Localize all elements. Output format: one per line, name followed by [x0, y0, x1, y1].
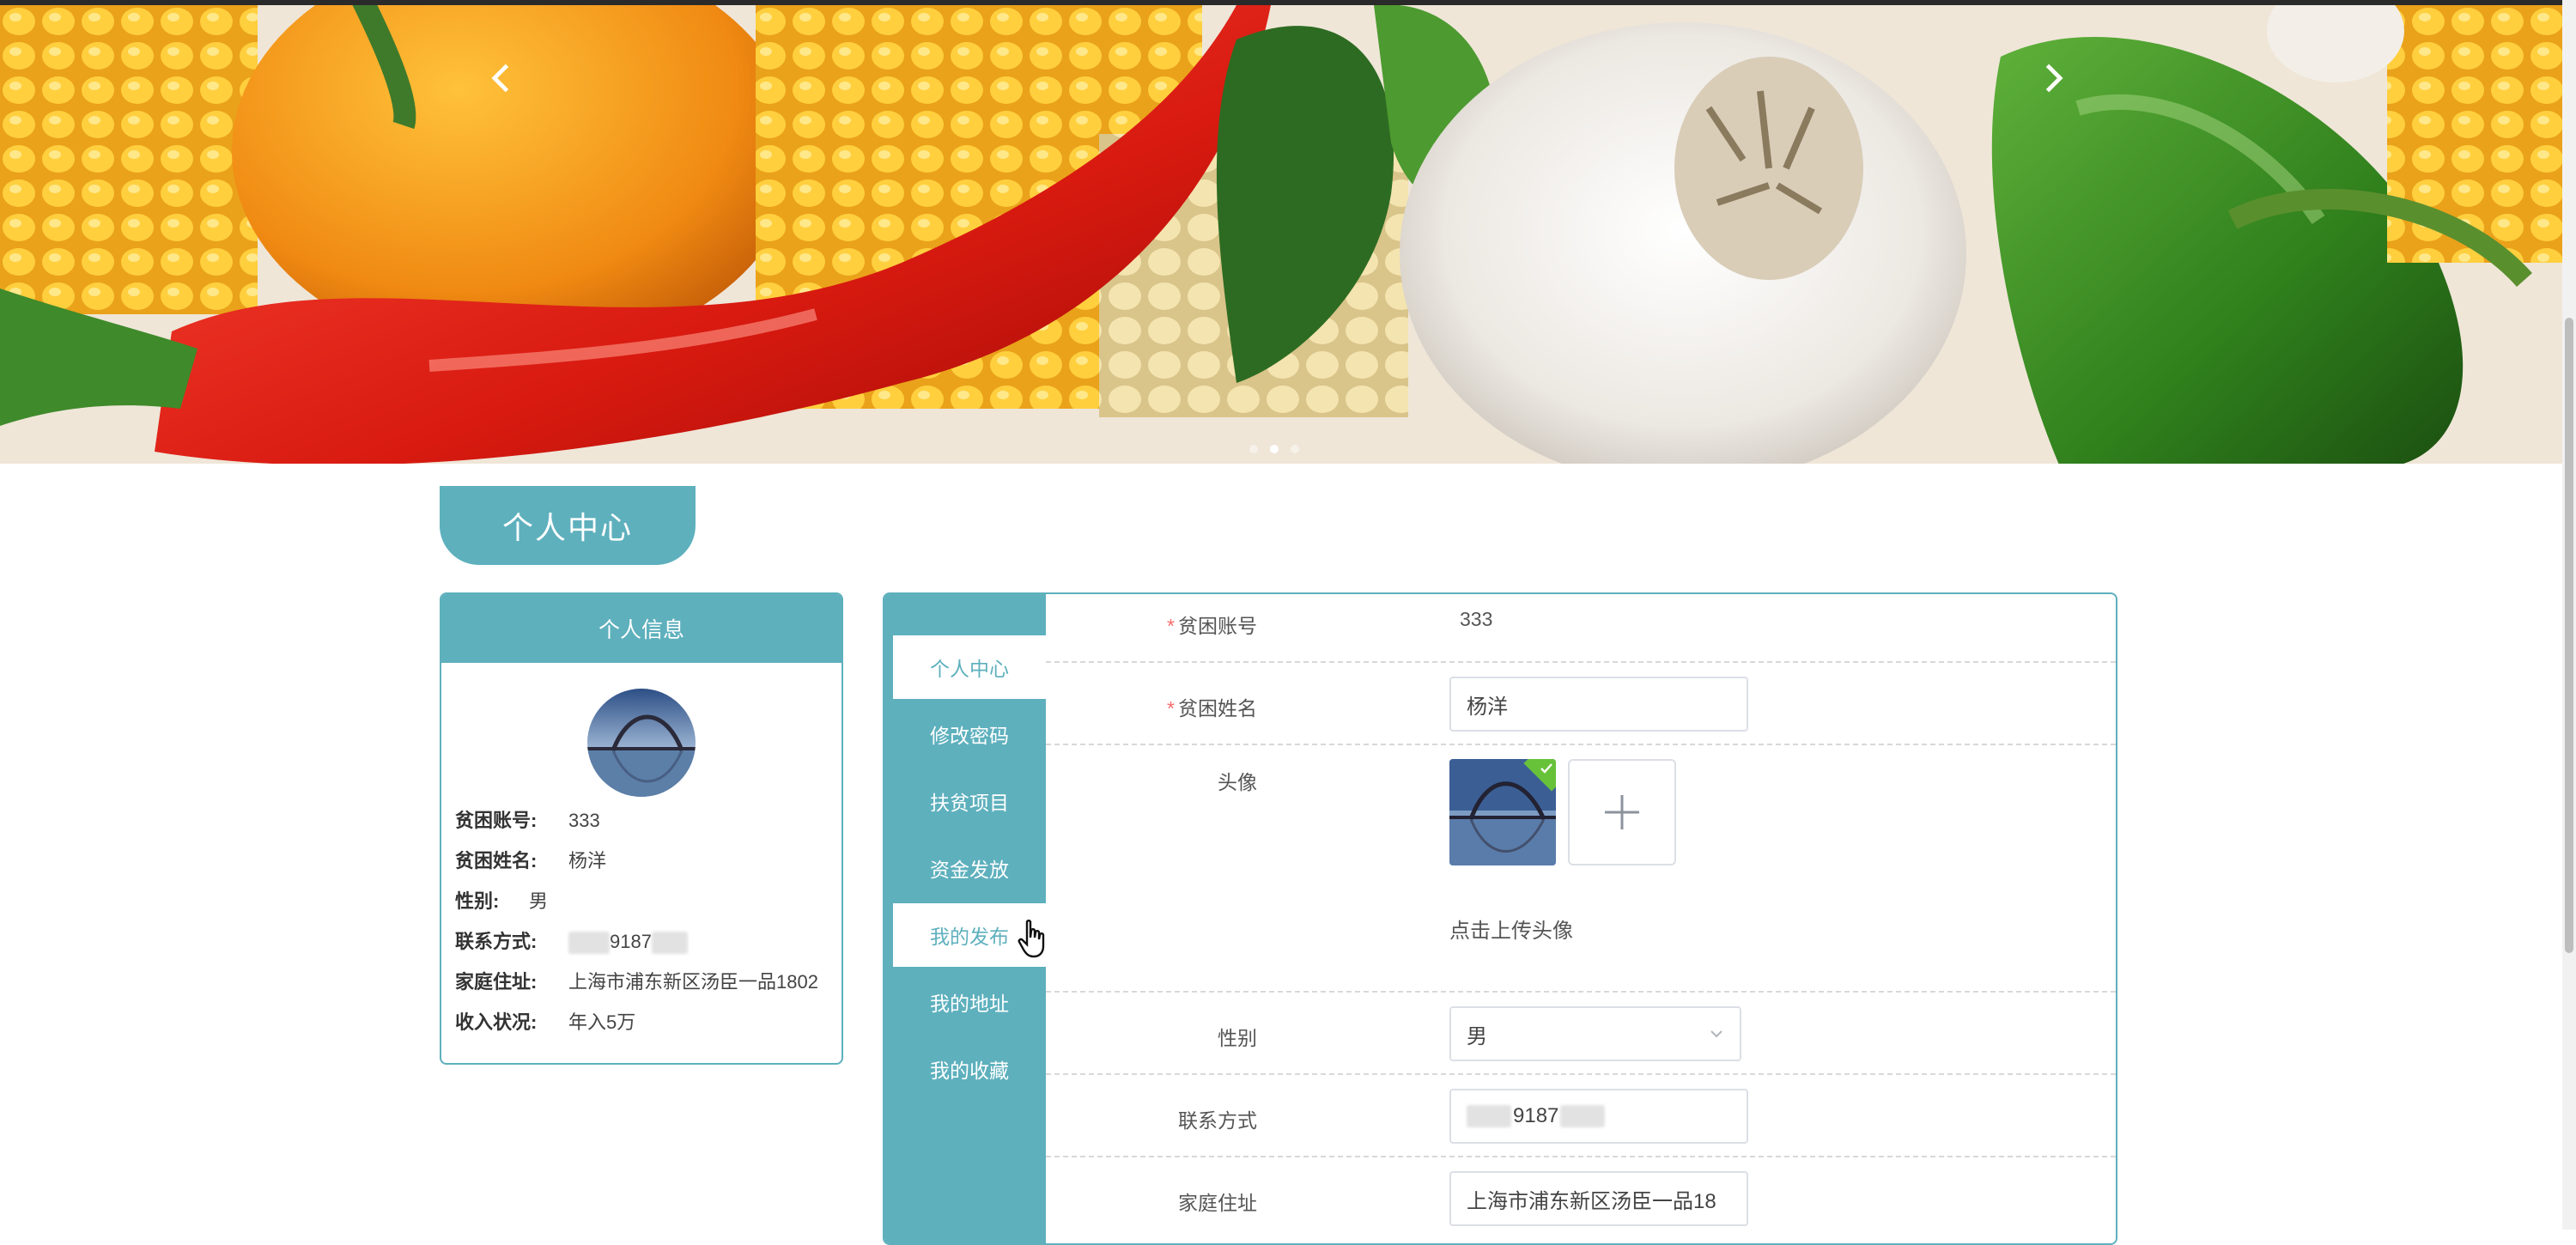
carousel-dot-active[interactable]: [1270, 445, 1279, 453]
redacted-block: [1560, 1105, 1606, 1127]
name-input[interactable]: 杨洋: [1449, 677, 1748, 732]
account-value: 333: [1460, 608, 1493, 630]
info-label: 家庭住址:: [455, 971, 538, 993]
address-input[interactable]: 上海市浦东新区汤臣一品18: [1449, 1171, 1748, 1226]
chevron-down-icon: [1710, 1030, 1722, 1038]
name-label-text: 贫困姓名: [1178, 697, 1257, 720]
gender-label: 性别: [1218, 1027, 1257, 1049]
phone-input-value: 9187: [1513, 1104, 1559, 1127]
hand-pointer-cursor-icon: [1018, 920, 1045, 958]
info-label: 贫困姓名:: [455, 850, 538, 872]
form-row-name: * 贫困姓名 杨洋: [1046, 663, 2116, 745]
carousel-dot[interactable]: [1249, 445, 1258, 453]
personal-info-card: 个人信息 贫困账号: 333 贫困姓名: 杨洋 性别: 男 联系方式: 9187 家庭住…: [440, 592, 843, 1065]
upload-avatar-button[interactable]: [1568, 759, 1676, 865]
info-value: 杨洋: [568, 850, 607, 872]
carousel-prev-button[interactable]: [464, 39, 541, 117]
info-value: 9187: [610, 931, 652, 952]
required-mark: *: [1167, 615, 1175, 637]
chevron-left-icon: [491, 64, 509, 93]
info-label: 联系方式:: [455, 931, 538, 952]
vegetables-banner-image: [0, 5, 2562, 464]
carousel-dot[interactable]: [1291, 445, 1299, 453]
carousel-next-button[interactable]: [2014, 39, 2091, 117]
menu-item-my-favorites[interactable]: 我的收藏: [893, 1037, 1046, 1101]
gender-select-value: 男: [1467, 1024, 1487, 1048]
menu-item-my-address[interactable]: 我的地址: [893, 970, 1046, 1034]
name-label: * 贫困姓名: [1167, 692, 1257, 721]
form-row-gender: 性别 男: [1046, 993, 2116, 1075]
info-value: 上海市浦东新区汤臣一品1802: [568, 971, 818, 993]
page-scrollbar[interactable]: [2562, 0, 2576, 1230]
redacted-block: [651, 932, 688, 955]
account-label-text: 贫困账号: [1178, 615, 1257, 637]
redacted-block: [1467, 1105, 1511, 1127]
info-label: 收入状况:: [455, 1011, 538, 1033]
phone-input[interactable]: 9187: [1449, 1089, 1748, 1144]
info-value: 男: [529, 890, 549, 912]
hero-banner-carousel: [0, 0, 2562, 464]
check-icon: [1540, 763, 1552, 774]
profile-form-panel: 个人中心 修改密码 扶贫项目 资金发放 我的发布 我的地址 我的收藏 * 贫困账号…: [883, 592, 2117, 1245]
uploaded-avatar-thumbnail[interactable]: [1449, 759, 1556, 865]
redacted-block: [568, 932, 610, 955]
phone-label: 联系方式: [1178, 1109, 1257, 1132]
info-value: 333: [568, 810, 600, 831]
info-label: 性别:: [455, 890, 500, 912]
info-label: 贫困账号:: [455, 810, 538, 831]
chevron-right-icon: [2045, 64, 2063, 93]
info-row-address: 家庭住址: 上海市浦东新区汤臣一品1802: [455, 967, 818, 994]
info-row-account: 贫困账号: 333: [455, 805, 600, 833]
info-row-income: 收入状况: 年入5万: [455, 1007, 635, 1035]
account-label: * 贫困账号: [1167, 610, 1257, 639]
form-row-address: 家庭住址 上海市浦东新区汤臣一品18: [1046, 1157, 2116, 1243]
avatar-label: 头像: [1218, 771, 1257, 793]
form-row-phone: 联系方式 9187: [1046, 1075, 2116, 1157]
form-row-avatar: 头像 点击上传头像: [1046, 745, 2116, 993]
info-row-name: 贫困姓名: 杨洋: [455, 846, 606, 873]
required-mark: *: [1167, 697, 1175, 720]
menu-item-poverty-projects[interactable]: 扶贫项目: [893, 769, 1046, 833]
gender-select[interactable]: 男: [1449, 1006, 1741, 1061]
upload-avatar-hint[interactable]: 点击上传头像: [1449, 914, 1573, 944]
info-value: 年入5万: [568, 1011, 636, 1033]
plus-icon: [1605, 795, 1639, 829]
scrollbar-thumb[interactable]: [2565, 318, 2573, 953]
avatar-bridge-image: [587, 689, 696, 797]
avatar: [587, 689, 696, 797]
info-card-header: 个人信息: [441, 594, 841, 663]
form-row-account: * 贫困账号 333: [1046, 594, 2116, 663]
carousel-indicators: [1249, 445, 1299, 453]
menu-item-personal-center[interactable]: 个人中心: [893, 635, 1046, 699]
info-row-phone: 联系方式: 9187: [455, 926, 688, 955]
menu-item-change-password[interactable]: 修改密码: [893, 702, 1046, 766]
menu-item-fund-distribution[interactable]: 资金发放: [893, 836, 1046, 900]
page-title: 个人中心: [440, 486, 696, 565]
info-row-gender: 性别: 男: [455, 886, 548, 914]
address-label: 家庭住址: [1178, 1192, 1257, 1214]
